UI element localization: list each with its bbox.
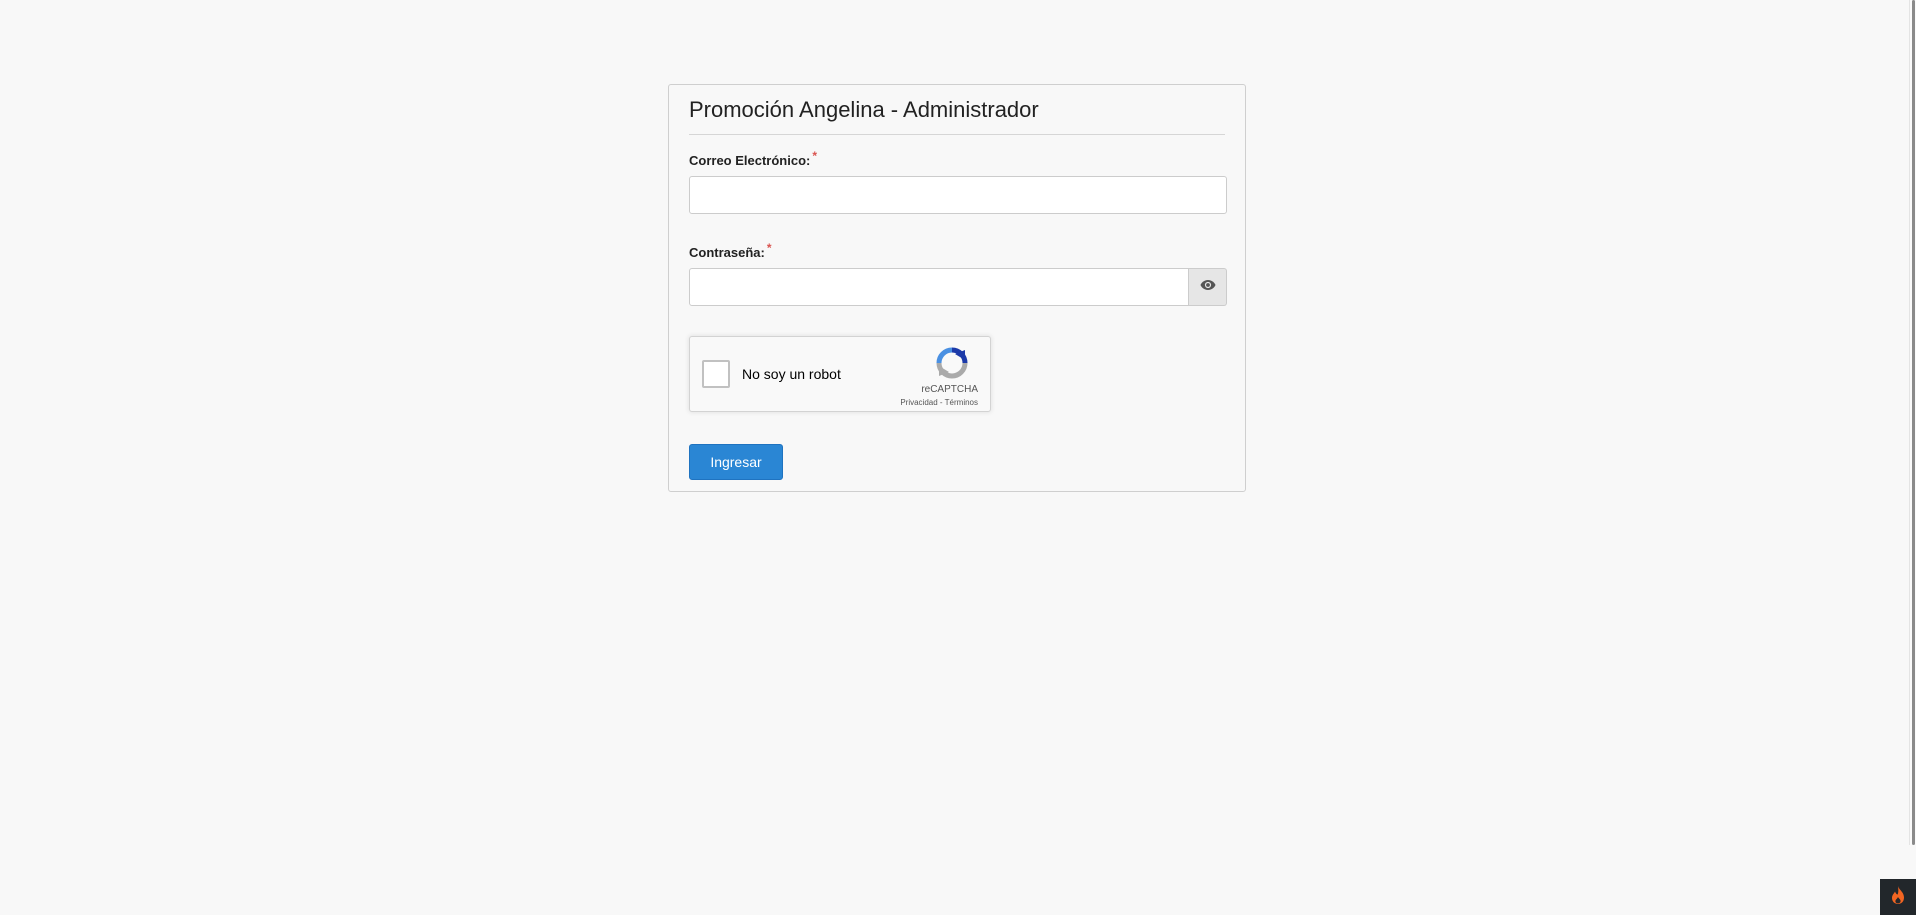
debug-toolbar-toggle[interactable] bbox=[1880, 879, 1916, 915]
recaptcha-link-separator: - bbox=[937, 398, 945, 407]
login-button[interactable]: Ingresar bbox=[689, 444, 783, 480]
password-input-group bbox=[689, 268, 1227, 306]
email-label-text: Correo Electrónico: bbox=[689, 153, 811, 168]
email-label: Correo Electrónico: * bbox=[689, 149, 1225, 169]
login-card: Promoción Angelina - Administrador Corre… bbox=[668, 84, 1246, 492]
password-label-text: Contraseña: bbox=[689, 245, 765, 260]
recaptcha-links: Privacidad - Términos bbox=[900, 398, 978, 407]
recaptcha-logo-icon bbox=[935, 346, 969, 385]
show-password-button[interactable] bbox=[1189, 268, 1227, 306]
recaptcha-label: No soy un robot bbox=[742, 366, 841, 382]
vertical-scrollbar[interactable] bbox=[1909, 0, 1916, 845]
password-required-mark: * bbox=[766, 241, 772, 255]
password-label: Contraseña: * bbox=[689, 241, 1225, 261]
password-field[interactable] bbox=[689, 268, 1189, 306]
email-required-mark: * bbox=[812, 149, 818, 163]
scrollbar-thumb[interactable] bbox=[1912, 0, 1915, 845]
recaptcha-widget: No soy un robot reCAPTCHA Privacidad - T… bbox=[689, 336, 991, 412]
page-title: Promoción Angelina - Administrador bbox=[689, 85, 1225, 135]
recaptcha-checkbox[interactable] bbox=[702, 360, 730, 388]
email-field[interactable] bbox=[689, 176, 1227, 214]
recaptcha-terms-link[interactable]: Términos bbox=[945, 398, 978, 407]
flame-icon bbox=[1890, 885, 1906, 910]
page: Promoción Angelina - Administrador Corre… bbox=[0, 0, 1916, 915]
recaptcha-brand: reCAPTCHA bbox=[921, 384, 978, 395]
recaptcha-privacy-link[interactable]: Privacidad bbox=[900, 398, 937, 407]
eye-icon bbox=[1200, 278, 1216, 296]
